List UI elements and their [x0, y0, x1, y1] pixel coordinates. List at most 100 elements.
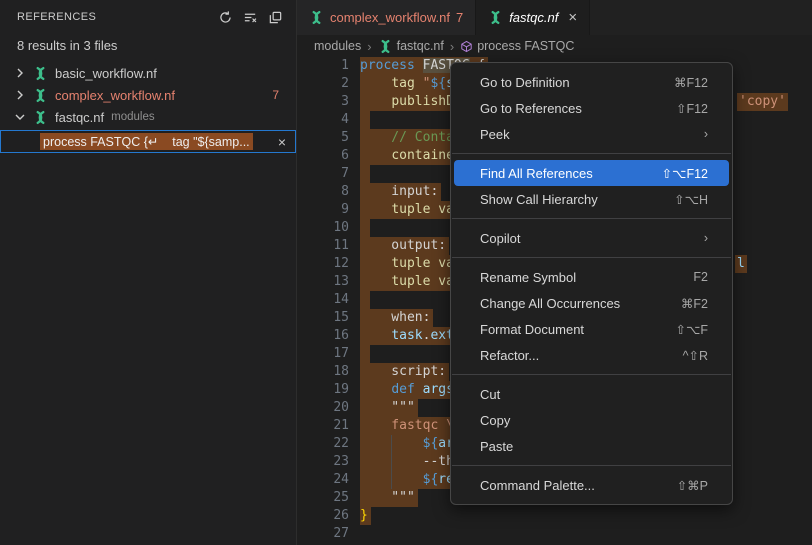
match-highlight-stub [360, 219, 370, 237]
menu-item-shortcut: ⇧⌥H [674, 192, 708, 207]
code-token: } [360, 508, 368, 523]
breadcrumb-item-2[interactable]: fastqc.nf [378, 39, 444, 54]
menu-item-shortcut: ⇧⌥F12 [662, 166, 708, 181]
breadcrumb[interactable]: modules › fastqc.nf › process FASTQC [297, 35, 812, 57]
menu-item-shortcut: F2 [693, 270, 708, 284]
code-token: ${ [423, 472, 439, 487]
code-token [360, 202, 391, 217]
menu-item-shortcut: ⇧⌘P [677, 478, 708, 493]
menu-item-go-to-references[interactable]: Go to References⇧F12 [451, 95, 732, 121]
sidebar-header: REFERENCES [0, 0, 296, 34]
code-line-content [360, 525, 733, 543]
refresh-icon[interactable] [214, 6, 236, 28]
line-number: 20 [297, 399, 349, 417]
dismiss-icon[interactable]: × [278, 135, 286, 149]
menu-item-label: Cut [480, 387, 708, 402]
tree-item-label: complex_workflow.nf [55, 88, 175, 103]
code-token: """ [360, 490, 415, 505]
references-sidebar: REFERENCES 8 results in 3 files basic_wo… [0, 0, 297, 545]
tree-item-complex_workflow.nf[interactable]: complex_workflow.nf7 [0, 84, 296, 106]
menu-item-label: Command Palette... [480, 478, 677, 493]
line-number: 7 [297, 165, 349, 183]
code-token [360, 148, 391, 163]
reference-match-text: process FASTQC {↵ tag "${samp... [40, 133, 253, 150]
chevron-right-icon[interactable] [12, 87, 28, 103]
code-token: """ [360, 400, 415, 415]
menu-item-label: Change All Occurrences [480, 296, 681, 311]
line-number: 11 [297, 237, 349, 255]
line-number: 4 [297, 111, 349, 129]
menu-item-peek[interactable]: Peek› [451, 121, 732, 147]
menu-item-label: Show Call Hierarchy [480, 192, 674, 207]
code-token [360, 328, 391, 343]
results-tree: basic_workflow.nf complex_workflow.nf7fas… [0, 62, 296, 128]
reference-result-item[interactable]: process FASTQC {↵ tag "${samp... × [0, 130, 296, 153]
menu-separator [452, 153, 731, 154]
menu-item-change-all-occurrences[interactable]: Change All Occurrences⌘F2 [451, 290, 732, 316]
close-icon[interactable]: × [568, 10, 577, 25]
menu-item-paste[interactable]: Paste [451, 433, 732, 459]
menu-item-format-document[interactable]: Format Document⇧⌥F [451, 316, 732, 342]
menu-separator [452, 374, 731, 375]
chevron-right-icon[interactable] [12, 65, 28, 81]
chevron-down-icon[interactable] [12, 109, 28, 125]
menu-item-shortcut: ⌘F2 [681, 296, 708, 311]
indent-guide [391, 471, 392, 489]
tree-item-basic_workflow.nf[interactable]: basic_workflow.nf [0, 62, 296, 84]
line-number: 14 [297, 291, 349, 309]
tab-label: fastqc.nf [509, 10, 558, 25]
submenu-chevron-icon: › [704, 231, 708, 245]
line-number: 10 [297, 219, 349, 237]
menu-item-show-call-hierarchy[interactable]: Show Call Hierarchy⇧⌥H [451, 186, 732, 212]
line-number: 27 [297, 525, 349, 543]
code-token: tuple [391, 256, 430, 271]
menu-item-copilot[interactable]: Copilot› [451, 225, 732, 251]
code-token [360, 382, 391, 397]
menu-item-go-to-definition[interactable]: Go to Definition⌘F12 [451, 69, 732, 95]
tree-item-label: basic_workflow.nf [55, 66, 157, 81]
match-highlight-stub [360, 111, 370, 129]
tab-complex_workflow.nf[interactable]: complex_workflow.nf7 [297, 0, 476, 35]
tree-item-fastqc.nf[interactable]: fastqc.nfmodules [0, 106, 296, 128]
menu-item-rename-symbol[interactable]: Rename SymbolF2 [451, 264, 732, 290]
nextflow-icon [309, 10, 324, 25]
clear-all-icon[interactable] [239, 6, 261, 28]
line-number: 21 [297, 417, 349, 435]
match-highlight: script: [360, 363, 449, 381]
menu-item-label: Go to References [480, 101, 676, 116]
code-token: tuple [391, 202, 430, 217]
code-token [415, 58, 423, 73]
indent-guide [391, 435, 392, 453]
editor-group: complex_workflow.nf7 fastqc.nf × modules › f… [297, 0, 812, 545]
tree-item-description: modules [111, 111, 154, 123]
match-highlight-stub [360, 165, 370, 183]
tab-bar: complex_workflow.nf7 fastqc.nf × [297, 0, 812, 35]
code-token: output: [360, 238, 446, 253]
menu-item-copy[interactable]: Copy [451, 407, 732, 433]
breadcrumb-item-1[interactable]: modules [314, 39, 361, 53]
breadcrumb-separator: › [367, 39, 371, 54]
code-token [360, 76, 391, 91]
match-highlight-stub [360, 291, 370, 309]
code-token [360, 94, 391, 109]
open-in-editor-icon[interactable] [264, 6, 286, 28]
menu-item-find-all-references[interactable]: Find All References⇧⌥F12 [454, 160, 729, 186]
menu-separator [452, 465, 731, 466]
code-token: tuple [391, 274, 430, 289]
menu-item-refactor[interactable]: Refactor...^⇧R [451, 342, 732, 368]
tab-fastqc.nf[interactable]: fastqc.nf × [476, 0, 590, 35]
code-token: ${ [423, 436, 439, 451]
match-highlight: fastqc \ [360, 417, 457, 435]
match-highlight: """ [360, 489, 418, 507]
indent-guide [391, 453, 392, 471]
menu-item-cut[interactable]: Cut [451, 381, 732, 407]
breadcrumb-item-3[interactable]: process FASTQC [460, 39, 574, 53]
menu-item-label: Find All References [480, 166, 662, 181]
match-highlight: output: [360, 237, 449, 255]
breadcrumb-separator: › [450, 39, 454, 54]
menu-item-label: Copy [480, 413, 708, 428]
breadcrumb-label: fastqc.nf [397, 39, 444, 53]
symbol-module-icon [460, 40, 473, 53]
menu-item-command-palette[interactable]: Command Palette...⇧⌘P [451, 472, 732, 498]
menu-item-shortcut: ⌘F12 [674, 75, 708, 90]
